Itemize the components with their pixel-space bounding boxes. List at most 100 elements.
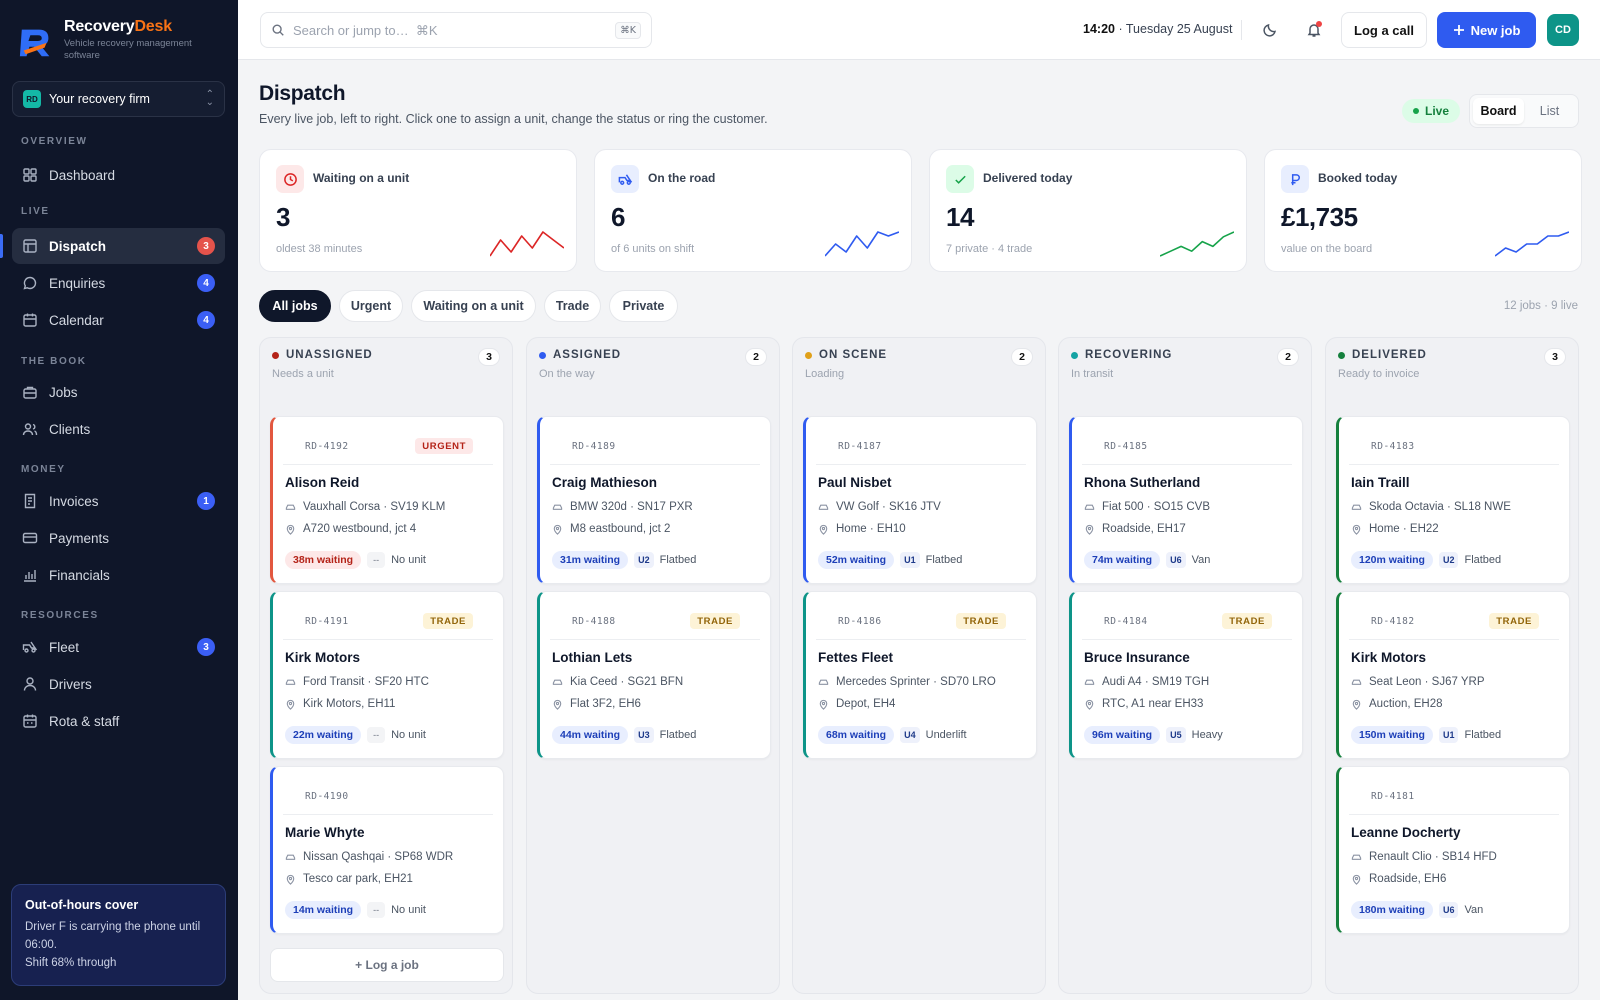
vehicle-line: VW Golf · SK16 JTV	[818, 501, 941, 513]
card-divider	[283, 814, 493, 815]
job-tag: TRADE	[1222, 613, 1272, 629]
sidebar-item-dispatch[interactable]: Dispatch 3	[0, 228, 225, 264]
job-ref: RD-4188	[572, 616, 616, 627]
stat-card[interactable]: Booked today £1,735 value on the board	[1264, 149, 1582, 272]
sidebar-item-label: Payments	[49, 530, 110, 546]
out-of-hours-card[interactable]: Out-of-hours cover Driver F is carrying …	[11, 884, 226, 986]
vehicle-line: Audi A4 · SM19 TGH	[1084, 676, 1209, 688]
location-text: Flat 3F2, EH6	[570, 698, 641, 710]
vehicle-text: Fiat 500 · SO15 CVB	[1102, 501, 1211, 513]
log-job-button[interactable]: + Log a job	[270, 948, 504, 982]
firm-switcher[interactable]: RD Your recovery firm ⌃ ⌄	[12, 81, 225, 117]
waiting-badge: 31m waiting	[552, 551, 629, 569]
job-tag: TRADE	[423, 613, 473, 629]
job-card[interactable]: RD-4181 Leanne Docherty Renault Clio · SB1…	[1336, 766, 1570, 934]
filter-chip-urgent[interactable]: Urgent	[339, 290, 403, 322]
unit-badge[interactable]: --	[367, 902, 386, 918]
brand[interactable]: RecoveryDesk Vehicle recovery management…	[18, 18, 204, 62]
sidebar-item-payments[interactable]: Payments	[12, 520, 225, 556]
theme-toggle-button[interactable]	[1258, 18, 1282, 42]
unit-type: No unit	[391, 554, 426, 566]
job-card[interactable]: RD-4191 TRADE Kirk Motors Ford Transit · SF…	[270, 591, 504, 759]
unit-badge[interactable]: U6	[1166, 552, 1186, 568]
sidebar-item-fleet[interactable]: Fleet 3	[12, 629, 225, 665]
unit-badge[interactable]: --	[367, 552, 386, 568]
filter-chip-all-jobs[interactable]: All jobs	[259, 290, 331, 322]
job-tag: TRADE	[690, 613, 740, 629]
filter-chip-trade[interactable]: Trade	[544, 290, 601, 322]
location-pin-icon	[1085, 699, 1094, 710]
job-card[interactable]: RD-4192 URGENT Alison Reid Vauxhall Corsa ·…	[270, 416, 504, 584]
unit-badge[interactable]: U6	[1438, 902, 1459, 918]
sparkline	[825, 231, 899, 257]
job-ref: RD-4192	[305, 441, 349, 452]
job-card[interactable]: RD-4185 Rhona Sutherland Fiat 500 · SO15 C…	[1069, 416, 1303, 584]
unit-badge[interactable]: --	[367, 727, 386, 743]
unit-type: Flatbed	[1464, 554, 1502, 566]
log-call-button[interactable]: Log a call	[1341, 12, 1427, 48]
sidebar-item-clients[interactable]: Clients	[12, 411, 225, 447]
sidebar-item-calendar[interactable]: Calendar 4	[12, 302, 225, 338]
column-status-dot	[539, 351, 546, 359]
waiting-badge: 14m waiting	[285, 901, 362, 919]
search-box[interactable]: ⌘K	[260, 12, 652, 48]
location-text: Roadside, EH6	[1369, 873, 1447, 885]
unit-badge[interactable]: U1	[900, 552, 920, 568]
job-card[interactable]: RD-4188 TRADE Lothian Lets Kia Ceed · SG21 …	[537, 591, 771, 759]
notifications-button[interactable]	[1302, 18, 1326, 42]
vehicle-text: Nissan Qashqai · SP68 WDR	[303, 851, 454, 863]
column-title: RECOVERING	[1085, 349, 1173, 361]
card-divider	[1349, 814, 1559, 815]
view-board-button[interactable]: Board	[1473, 98, 1524, 124]
vehicle-line: Vauxhall Corsa · SV19 KLM	[285, 501, 445, 513]
job-card[interactable]: RD-4184 TRADE Bruce Insurance Audi A4 · SM1…	[1069, 591, 1303, 759]
count-badge: 4	[197, 274, 215, 292]
waiting-badge: 38m waiting	[285, 551, 362, 569]
filter-chip-private[interactable]: Private	[609, 290, 678, 322]
unit-badge[interactable]: U3	[634, 727, 654, 743]
sidebar-item-jobs[interactable]: Jobs	[12, 374, 225, 410]
card-divider	[816, 639, 1026, 640]
avatar[interactable]: CD	[1547, 14, 1579, 46]
job-card[interactable]: RD-4189 Craig Mathieson BMW 320d · SN17 PX…	[537, 416, 771, 584]
stat-label: Delivered today	[983, 171, 1073, 185]
stat-card[interactable]: Delivered today 14 7 private · 4 trade	[929, 149, 1247, 272]
job-card[interactable]: RD-4186 TRADE Fettes Fleet Mercedes Sprinte…	[803, 591, 1037, 759]
ooh-text: Driver F is carrying the phone until 06:…	[25, 921, 201, 951]
column-status-dot	[1338, 351, 1345, 359]
unit-badge[interactable]: U1	[1438, 727, 1459, 743]
job-card[interactable]: RD-4190 Marie Whyte Nissan Qashqai · SP68 …	[270, 766, 504, 934]
current-datetime: 14:20 · Tuesday 25 August	[1083, 22, 1233, 36]
column-title: DELIVERED	[1352, 349, 1427, 361]
board-column-recovering: RECOVERING In transit 2 RD-4185 Rhona Suther…	[1058, 337, 1312, 994]
unit-badge[interactable]: U2	[634, 552, 654, 568]
job-card[interactable]: RD-4182 TRADE Kirk Motors Seat Leon · SJ67 …	[1336, 591, 1570, 759]
new-job-label: New job	[1470, 22, 1521, 38]
location-pin-icon	[1352, 699, 1361, 710]
location-pin-icon	[286, 699, 295, 710]
vehicle-line: Seat Leon · SJ67 YRP	[1351, 676, 1485, 688]
unit-badge[interactable]: U5	[1166, 727, 1186, 743]
card-footer: 150m waiting U1 Flatbed	[1351, 726, 1501, 744]
search-icon	[272, 24, 284, 36]
sidebar-item-invoices[interactable]: Invoices 1	[12, 483, 225, 519]
stat-card[interactable]: On the road 6 of 6 units on shift	[594, 149, 912, 272]
sidebar-item-enquiries[interactable]: Enquiries 4	[12, 265, 225, 301]
sidebar-item-dashboard[interactable]: Dashboard	[12, 157, 225, 193]
unit-badge[interactable]: U4	[900, 727, 920, 743]
search-input[interactable]	[293, 22, 608, 38]
unit-type: No unit	[391, 904, 426, 916]
job-card[interactable]: RD-4187 Paul Nisbet VW Golf · SK16 JTV Home…	[803, 416, 1037, 584]
location-pin-icon	[1352, 874, 1361, 885]
view-list-button[interactable]: List	[1524, 98, 1575, 124]
stat-card[interactable]: Waiting on a unit 3 oldest 38 minutes	[259, 149, 577, 272]
job-card[interactable]: RD-4183 Iain Traill Skoda Octavia · SL18 N…	[1336, 416, 1570, 584]
sidebar-item-financials[interactable]: Financials	[12, 557, 225, 593]
sidebar-item-drivers[interactable]: Drivers	[12, 666, 225, 702]
card-footer: 68m waiting U4 Underlift	[818, 726, 967, 744]
stat-icon-box	[611, 165, 639, 193]
sidebar-item-rota-staff[interactable]: Rota & staff	[12, 703, 225, 739]
unit-badge[interactable]: U2	[1438, 552, 1459, 568]
new-job-button[interactable]: New job	[1437, 12, 1536, 48]
filter-chip-waiting-on-a-unit[interactable]: Waiting on a unit	[411, 290, 536, 322]
